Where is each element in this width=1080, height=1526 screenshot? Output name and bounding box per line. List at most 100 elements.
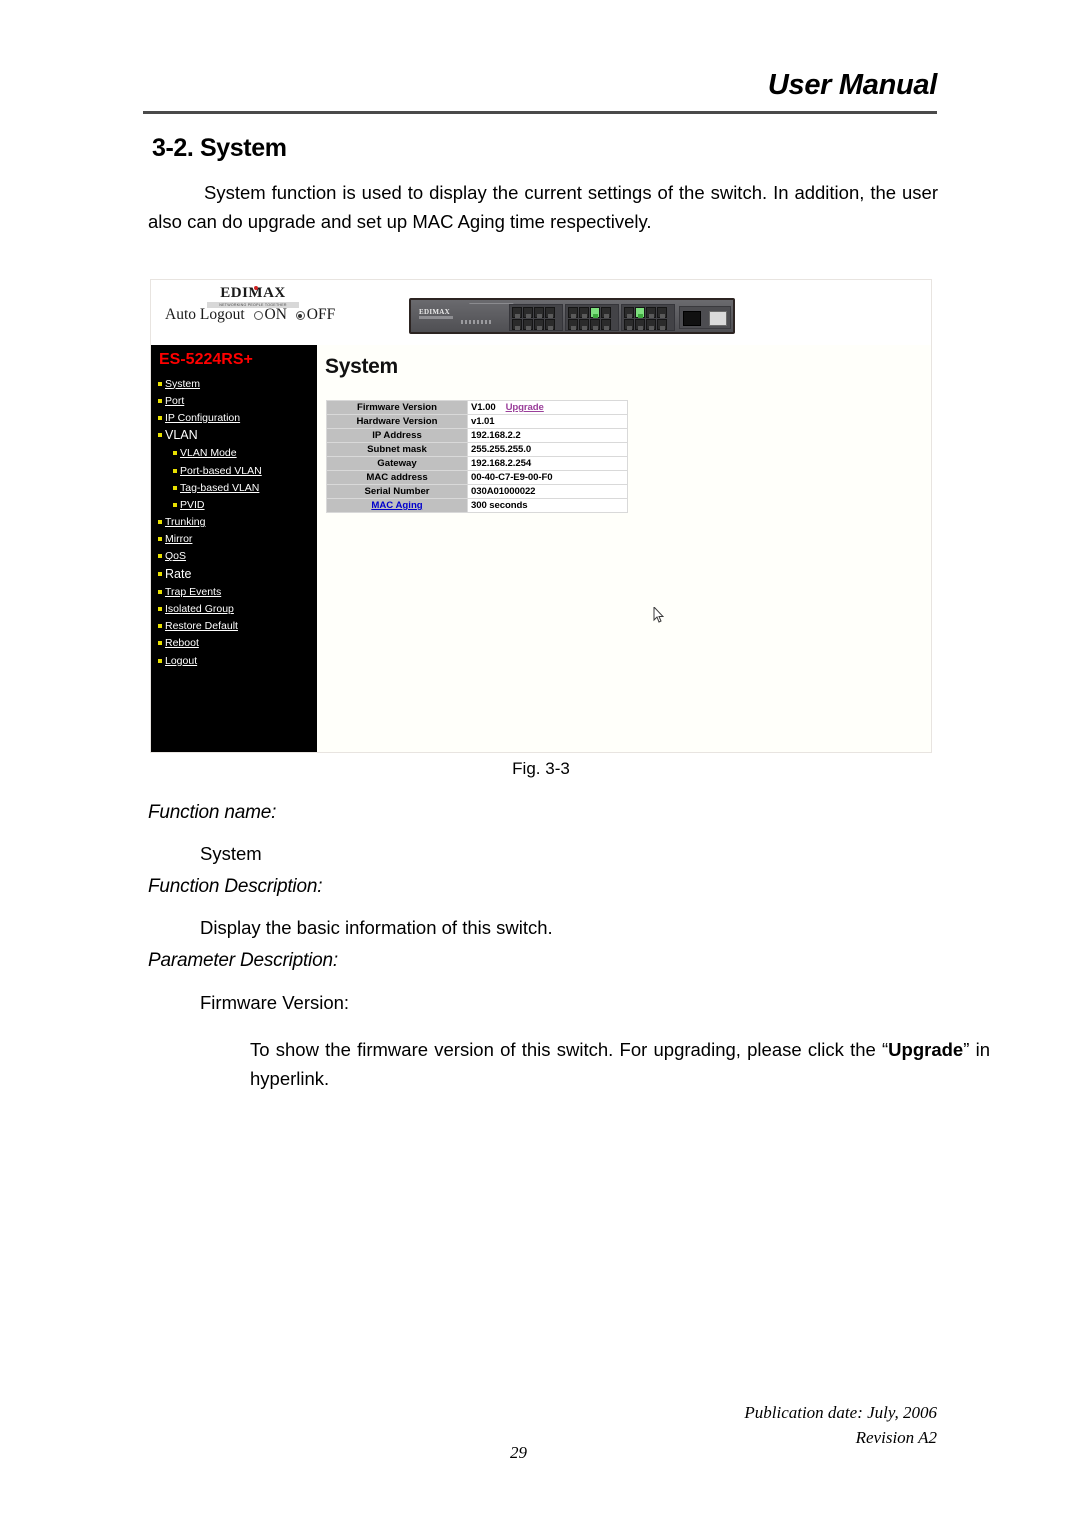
sidebar-item-label: Reboot bbox=[165, 637, 199, 650]
sidebar-item-ip-configuration[interactable]: IP Configuration bbox=[151, 409, 317, 426]
system-info-table: Firmware Version V1.00 Upgrade Hardware Ver… bbox=[326, 400, 628, 513]
sidebar-item-vlan-mode[interactable]: VLAN Mode bbox=[151, 445, 317, 462]
bullet-square-icon bbox=[158, 589, 162, 594]
section-intro-text: System function is used to display the c… bbox=[148, 182, 938, 232]
switch-port bbox=[533, 318, 544, 330]
sidebar-item-mirror[interactable]: Mirror bbox=[151, 531, 317, 548]
bullet-square-icon bbox=[158, 624, 162, 629]
table-row: MAC Aging 300 seconds bbox=[326, 498, 628, 513]
switch-port bbox=[578, 318, 589, 330]
sidebar-item-label: Trap Events bbox=[165, 585, 222, 598]
bullet-square-icon bbox=[158, 554, 162, 559]
sidebar-item-label: System bbox=[165, 377, 201, 390]
table-row-label: MAC address bbox=[326, 470, 468, 485]
sidebar-item-trunking[interactable]: Trunking bbox=[151, 514, 317, 531]
sidebar-item-label: Mirror bbox=[165, 533, 193, 546]
upgrade-link[interactable]: Upgrade bbox=[506, 402, 544, 413]
edimax-logo-dot bbox=[254, 286, 258, 290]
table-row-label: Gateway bbox=[326, 456, 468, 471]
manual-title: User Manual bbox=[767, 69, 937, 101]
sidebar-item-isolated-group[interactable]: Isolated Group bbox=[151, 600, 317, 617]
switch-sfp-module-1 bbox=[679, 306, 731, 329]
switch-port bbox=[623, 306, 634, 318]
table-row-value: 300 seconds bbox=[467, 498, 628, 513]
section-heading: 3-2. System bbox=[152, 134, 287, 162]
parameter-text-pre: To show the firmware version of this swi… bbox=[250, 1039, 889, 1060]
bullet-square-icon bbox=[173, 451, 177, 456]
auto-logout-label: Auto Logout bbox=[165, 306, 245, 323]
sidebar-item-tag-based-vlan[interactable]: Tag-based VLAN bbox=[151, 479, 317, 496]
parameter-description-label: Parameter Description: bbox=[148, 950, 338, 971]
web-ui-content-pane: System Firmware Version V1.00 Upgrade Hardw… bbox=[317, 345, 931, 752]
sidebar-item-reboot[interactable]: Reboot bbox=[151, 635, 317, 652]
auto-logout-radio-on[interactable] bbox=[253, 311, 263, 320]
sidebar-model-name: ES-5224RS+ bbox=[159, 351, 253, 368]
table-value-text: 300 seconds bbox=[471, 500, 528, 511]
bullet-square-icon bbox=[158, 520, 162, 525]
content-page-title: System bbox=[325, 355, 398, 378]
sidebar-item-pvid[interactable]: PVID bbox=[151, 496, 317, 513]
sfp-slot bbox=[683, 311, 701, 326]
switch-led-strip bbox=[461, 320, 491, 324]
header-divider bbox=[143, 111, 937, 114]
table-row-value: v1.01 bbox=[467, 414, 628, 429]
bullet-square-icon bbox=[158, 537, 162, 542]
switch-port bbox=[544, 306, 555, 318]
switch-device-photo: EDIMAX bbox=[409, 298, 735, 334]
auto-logout-control: Auto Logout ON OFF bbox=[165, 306, 335, 324]
function-name-label: Function name: bbox=[148, 802, 277, 823]
table-row: Gateway 192.168.2.254 bbox=[326, 456, 628, 471]
switch-port bbox=[656, 318, 667, 330]
bullet-square-icon bbox=[173, 502, 177, 507]
sidebar-item-port-based-vlan[interactable]: Port-based VLAN bbox=[151, 462, 317, 479]
sidebar-item-label: Tag-based VLAN bbox=[180, 481, 260, 494]
switch-port bbox=[522, 306, 533, 318]
sidebar-item-port[interactable]: Port bbox=[151, 392, 317, 409]
auto-logout-radio-off[interactable] bbox=[295, 311, 305, 320]
sidebar-item-vlan[interactable]: VLAN bbox=[151, 427, 317, 445]
switch-port bbox=[623, 318, 634, 330]
switch-port bbox=[567, 318, 578, 330]
switch-port-group-2 bbox=[565, 304, 619, 331]
auto-logout-off-label: OFF bbox=[306, 306, 336, 323]
table-row-label: Hardware Version bbox=[326, 414, 468, 429]
sidebar-item-label: Logout bbox=[165, 654, 198, 667]
switch-brand-underline bbox=[419, 316, 453, 319]
sidebar-item-label: Restore Default bbox=[165, 620, 238, 633]
sidebar-item-label: Rate bbox=[165, 566, 192, 581]
auto-logout-on-label: ON bbox=[264, 306, 287, 323]
table-value-text: v1.01 bbox=[471, 416, 495, 427]
sidebar-item-label: Port bbox=[165, 394, 185, 407]
sidebar-item-label: Port-based VLAN bbox=[180, 464, 262, 477]
table-row-value: V1.00 Upgrade bbox=[467, 400, 628, 415]
table-row-label: IP Address bbox=[326, 428, 468, 443]
switch-port bbox=[522, 318, 533, 330]
table-row: MAC address 00-40-C7-E9-00-F0 bbox=[326, 470, 628, 485]
bullet-square-icon bbox=[158, 398, 162, 403]
sidebar-item-system[interactable]: System bbox=[151, 375, 317, 392]
switch-port bbox=[511, 318, 522, 330]
switch-port bbox=[567, 306, 578, 318]
table-row-label[interactable]: MAC Aging bbox=[326, 498, 468, 513]
figure-screenshot: EDIMAX NETWORKING PEOPLE TOGETHER Auto L… bbox=[150, 279, 932, 753]
section-intro-paragraph: System function is used to display the c… bbox=[148, 178, 938, 236]
sidebar-item-qos[interactable]: QoS bbox=[151, 548, 317, 565]
table-row-value: 00-40-C7-E9-00-F0 bbox=[467, 470, 628, 485]
table-value-text: 255.255.255.0 bbox=[471, 444, 532, 455]
figure-caption: Fig. 3-3 bbox=[512, 759, 570, 778]
bullet-square-icon bbox=[158, 433, 162, 438]
sidebar-item-rate[interactable]: Rate bbox=[151, 565, 317, 583]
upgrade-keyword: Upgrade bbox=[888, 1039, 964, 1060]
revision: Revision A2 bbox=[855, 1428, 937, 1447]
table-row: Firmware Version V1.00 Upgrade bbox=[326, 400, 628, 415]
sidebar-item-restore-default[interactable]: Restore Default bbox=[151, 618, 317, 635]
sidebar-item-trap-events[interactable]: Trap Events bbox=[151, 583, 317, 600]
switch-port-active bbox=[634, 306, 645, 318]
table-value-text: V1.00 bbox=[471, 402, 496, 413]
sidebar-item-logout[interactable]: Logout bbox=[151, 652, 317, 669]
mac-aging-link[interactable]: MAC Aging bbox=[371, 500, 422, 511]
edimax-wordmark: EDIMAX bbox=[220, 285, 286, 301]
publication-date: Publication date: July, 2006 bbox=[744, 1403, 937, 1422]
sidebar-item-label: QoS bbox=[165, 550, 187, 563]
page-header: User Manual bbox=[143, 68, 937, 102]
